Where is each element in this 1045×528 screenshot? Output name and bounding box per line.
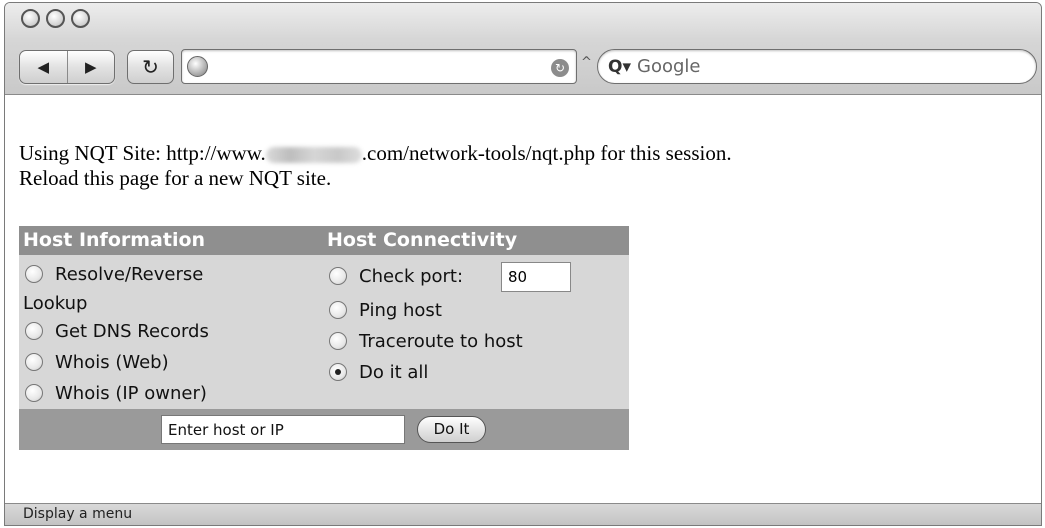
go-icon[interactable]: ↻ (551, 59, 569, 77)
redacted-domain (265, 147, 362, 164)
radio-whois-web[interactable] (25, 353, 43, 371)
host-input[interactable]: Enter host or IP (161, 415, 405, 444)
option-label: Ping host (359, 300, 442, 321)
option-resolve[interactable]: Resolve/Reverse (25, 264, 203, 285)
back-arrow-icon: ◀ (37, 58, 50, 76)
radio-ping[interactable] (329, 301, 347, 319)
zoom-window-button[interactable] (71, 9, 90, 28)
reload-icon: ↻ (142, 55, 159, 79)
tool-header: Host Information Host Connectivity (19, 226, 629, 255)
submit-row: Enter host or IP Do It (19, 409, 629, 450)
option-label: Lookup (23, 293, 88, 314)
option-whois-ip[interactable]: Whois (IP owner) (25, 383, 207, 404)
reload-hint: Reload this page for a new NQT site. (19, 166, 332, 190)
search-icon[interactable]: Q▾ (608, 57, 631, 77)
option-label: Resolve/Reverse (55, 264, 204, 285)
reload-button[interactable]: ↻ (127, 50, 174, 84)
globe-icon (187, 56, 208, 77)
forward-arrow-icon: ▶ (84, 58, 97, 76)
radio-resolve[interactable] (25, 265, 43, 283)
window-controls (21, 9, 90, 28)
search-field[interactable]: Q▾ Google (597, 49, 1037, 84)
browser-toolbar: ◀ ▶ ↻ ↻ ^ Q▾ Google (5, 3, 1041, 95)
option-label: Check port: (359, 266, 464, 287)
option-check-port[interactable]: Check port: (329, 266, 463, 287)
site-line-prefix: Using NQT Site: http://www. (19, 141, 266, 165)
option-dns[interactable]: Get DNS Records (25, 321, 209, 342)
option-whois-web[interactable]: Whois (Web) (25, 352, 169, 373)
site-line-suffix: .com/network-tools/nqt.php for this sess… (361, 141, 732, 165)
port-input[interactable]: 80 (501, 262, 571, 292)
radio-check-port[interactable] (329, 267, 347, 285)
nqt-tool-form: Host Information Host Connectivity Resol… (19, 226, 629, 450)
option-label: Whois (IP owner) (55, 383, 207, 404)
option-traceroute[interactable]: Traceroute to host (329, 331, 523, 352)
address-bar[interactable]: ↻ (181, 49, 577, 84)
option-do-it-all[interactable]: Do it all (329, 362, 428, 383)
back-button[interactable]: ◀ (20, 51, 67, 83)
minimize-window-button[interactable] (46, 9, 65, 28)
option-label: Do it all (359, 362, 429, 383)
radio-traceroute[interactable] (329, 332, 347, 350)
option-label: Traceroute to host (359, 331, 523, 352)
option-label: Get DNS Records (55, 321, 209, 342)
site-info: Using NQT Site: http://www. .com/network-… (19, 141, 732, 191)
page-content: Using NQT Site: http://www. .com/network-… (5, 95, 1041, 505)
status-bar: Display a menu (5, 503, 1041, 525)
option-ping[interactable]: Ping host (329, 300, 442, 321)
back-forward-group: ◀ ▶ (19, 50, 115, 84)
do-it-button[interactable]: Do It (417, 416, 486, 443)
search-placeholder: Google (637, 56, 701, 77)
option-resolve-cont: Lookup (23, 293, 87, 314)
option-label: Whois (Web) (55, 352, 169, 373)
close-window-button[interactable] (21, 9, 40, 28)
host-info-header: Host Information (23, 229, 206, 251)
radio-whois-ip[interactable] (25, 384, 43, 402)
host-conn-header: Host Connectivity (327, 229, 518, 251)
caret-up-icon[interactable]: ^ (581, 55, 592, 70)
radio-do-it-all[interactable] (329, 363, 347, 381)
browser-window: ◀ ▶ ↻ ↻ ^ Q▾ Google Using NQT Site: http… (4, 2, 1042, 526)
radio-dns[interactable] (25, 322, 43, 340)
forward-button[interactable]: ▶ (68, 51, 115, 83)
status-text: Display a menu (23, 506, 133, 522)
